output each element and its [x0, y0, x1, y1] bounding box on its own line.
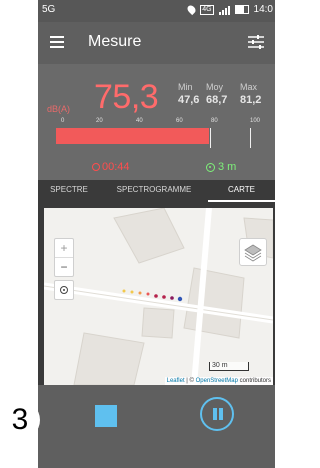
tab-bar: SPECTRE SPECTROGRAMME CARTE: [38, 180, 275, 202]
status-icons: 4G 14:0: [186, 3, 273, 16]
distance-value: 3 m: [218, 161, 237, 173]
scale-tick-label: 40: [136, 118, 143, 124]
scale-tick-label: 20: [96, 118, 103, 124]
pause-button[interactable]: [200, 397, 234, 431]
unit-label: dB(A): [47, 104, 71, 114]
phone-screen: 5G 4G 14:0 Mesure dB(A) 75,3 Min 47,6 Mo…: [38, 0, 275, 468]
pause-icon: [213, 408, 217, 420]
building-shape: [141, 307, 175, 339]
layers-button[interactable]: [239, 238, 267, 266]
measurement-panel: dB(A) 75,3 Min 47,6 Moy 68,7 Max 81,2 0 …: [38, 64, 275, 180]
tab-spectrogramme[interactable]: SPECTROGRAMME: [100, 180, 208, 202]
level-scale: 0 20 40 60 80 100: [38, 118, 275, 128]
level-bar-fill: [56, 128, 210, 144]
signal-icon: [218, 5, 230, 15]
stop-button[interactable]: [95, 405, 117, 427]
location-icon: [186, 3, 198, 16]
measure-point: [162, 295, 166, 299]
page-title: Mesure: [88, 33, 142, 50]
recording-controls: [38, 385, 275, 468]
measure-point: [130, 290, 134, 294]
pause-icon-bar: [219, 408, 223, 420]
timer-icon: [92, 163, 100, 171]
scale-tick-label: 0: [61, 118, 65, 124]
building-shape: [113, 208, 185, 264]
stat-min-value: 47,6: [178, 94, 200, 106]
measure-point: [154, 294, 158, 298]
zoom-control: + −: [54, 238, 74, 277]
tab-spectre[interactable]: SPECTRE: [38, 180, 100, 202]
stat-moy: Moy 68,7: [206, 82, 227, 106]
map-panel: + − 30 m Leaflet | © OpenStreetMap contr…: [38, 202, 275, 385]
app-bar: Mesure: [38, 22, 275, 64]
locate-button[interactable]: [54, 280, 74, 300]
map-scale: 30 m: [209, 362, 249, 371]
scale-tick-label: 80: [211, 118, 218, 124]
stat-min-label: Min: [178, 82, 193, 92]
elapsed-timer: 00:44: [92, 161, 130, 173]
building-shape: [73, 332, 145, 385]
stat-moy-label: Moy: [206, 82, 224, 92]
measure-point: [170, 296, 174, 300]
current-position-marker: [177, 296, 183, 302]
notification-icon: 5G: [42, 4, 56, 15]
stat-max: Max 81,2: [240, 82, 261, 106]
stat-max-value: 81,2: [240, 94, 262, 106]
timer-value: 00:44: [102, 161, 130, 173]
tune-icon[interactable]: [247, 34, 265, 50]
current-level: 75,3: [94, 78, 159, 116]
measure-point: [146, 292, 150, 296]
level-bar: [56, 128, 266, 144]
stat-moy-value: 68,7: [206, 94, 228, 106]
level-tick: [250, 128, 251, 148]
level-tick: [210, 128, 211, 148]
measure-point: [122, 289, 126, 293]
layers-icon: [244, 244, 262, 262]
osm-link[interactable]: OpenStreetMap: [196, 378, 238, 384]
scale-tick-label: 100: [250, 118, 261, 124]
stat-min: Min 47,6: [178, 82, 199, 106]
tab-carte[interactable]: CARTE: [208, 180, 275, 202]
step-number-badge: 3: [0, 400, 40, 440]
locate-icon: [60, 286, 68, 294]
building-shape: [183, 267, 245, 339]
gps-distance: 3 m: [206, 161, 236, 173]
measure-point: [138, 291, 142, 295]
map[interactable]: + − 30 m Leaflet | © OpenStreetMap contr…: [44, 208, 273, 385]
scale-tick-label: 60: [176, 118, 183, 124]
map-attribution: Leaflet | © OpenStreetMap contributors: [164, 377, 273, 385]
status-bar: 5G 4G 14:0: [38, 0, 275, 22]
gps-icon: [206, 162, 215, 172]
zoom-out-button[interactable]: −: [55, 258, 73, 276]
zoom-in-button[interactable]: +: [55, 239, 73, 258]
leaflet-link[interactable]: Leaflet: [167, 378, 185, 384]
battery-icon: [234, 5, 249, 14]
menu-icon[interactable]: [50, 36, 64, 48]
stat-max-label: Max: [240, 82, 258, 92]
attribution-suffix: contributors: [237, 378, 271, 384]
network-type: 4G: [200, 4, 214, 15]
clock: 14:0: [253, 4, 273, 15]
attribution-separator: | ©: [184, 378, 196, 384]
map-tiles: [44, 208, 273, 385]
